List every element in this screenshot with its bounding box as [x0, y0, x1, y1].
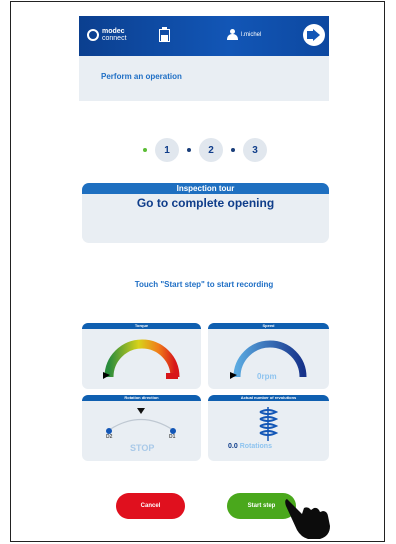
top-bar: modec connect l.michel	[79, 16, 329, 56]
card-instruction: Go to complete opening	[136, 196, 275, 210]
revolutions-unit: Rotations	[239, 443, 272, 450]
rotation-left-label: D2	[106, 434, 113, 440]
rotation-status: STOP	[130, 443, 155, 453]
cancel-button[interactable]: Cancel	[116, 493, 185, 519]
logout-button[interactable]	[303, 24, 325, 46]
step-separator	[231, 148, 235, 152]
step-progress-dot	[143, 148, 147, 152]
torque-gauge	[103, 339, 180, 379]
user-info: l.michel	[227, 29, 261, 40]
battery-icon	[159, 27, 170, 43]
card-heading: Inspection tour	[82, 183, 329, 194]
torque-tile: Torque	[82, 323, 201, 389]
logo-icon	[87, 29, 99, 41]
spring-icon	[259, 407, 279, 441]
speed-tile: Speed 0rpm	[208, 323, 329, 389]
logout-icon	[307, 29, 320, 41]
brand-logo: modec connect	[87, 28, 127, 42]
pointer-hand-icon	[285, 499, 330, 539]
instruction-hint: Touch "Start step" to start recording	[134, 280, 274, 289]
logo-name: modec	[102, 28, 125, 35]
revolutions-tile: Actual number of revolutions 0.0 Rotatio…	[208, 395, 329, 461]
logo-subname: connect	[102, 35, 127, 42]
speed-unit: rpm	[261, 372, 277, 381]
revolutions-value: 0.0	[228, 443, 238, 450]
step-card: Inspection tour Go to complete opening	[82, 183, 329, 243]
step-indicator: 1 2 3	[135, 137, 285, 163]
app-screen: modec connect l.michel Perform an operat…	[79, 16, 329, 519]
rotation-pointer	[137, 408, 145, 414]
page-title: Perform an operation	[101, 72, 182, 81]
rotation-right-label: D1	[169, 434, 176, 440]
user-icon	[227, 29, 238, 40]
step-2: 2	[199, 138, 223, 162]
step-1: 1	[155, 138, 179, 162]
rotation-tile: Rotation direction D2 D1 STOP	[82, 395, 201, 461]
step-separator	[187, 148, 191, 152]
step-3: 3	[243, 138, 267, 162]
username: l.michel	[241, 31, 262, 38]
